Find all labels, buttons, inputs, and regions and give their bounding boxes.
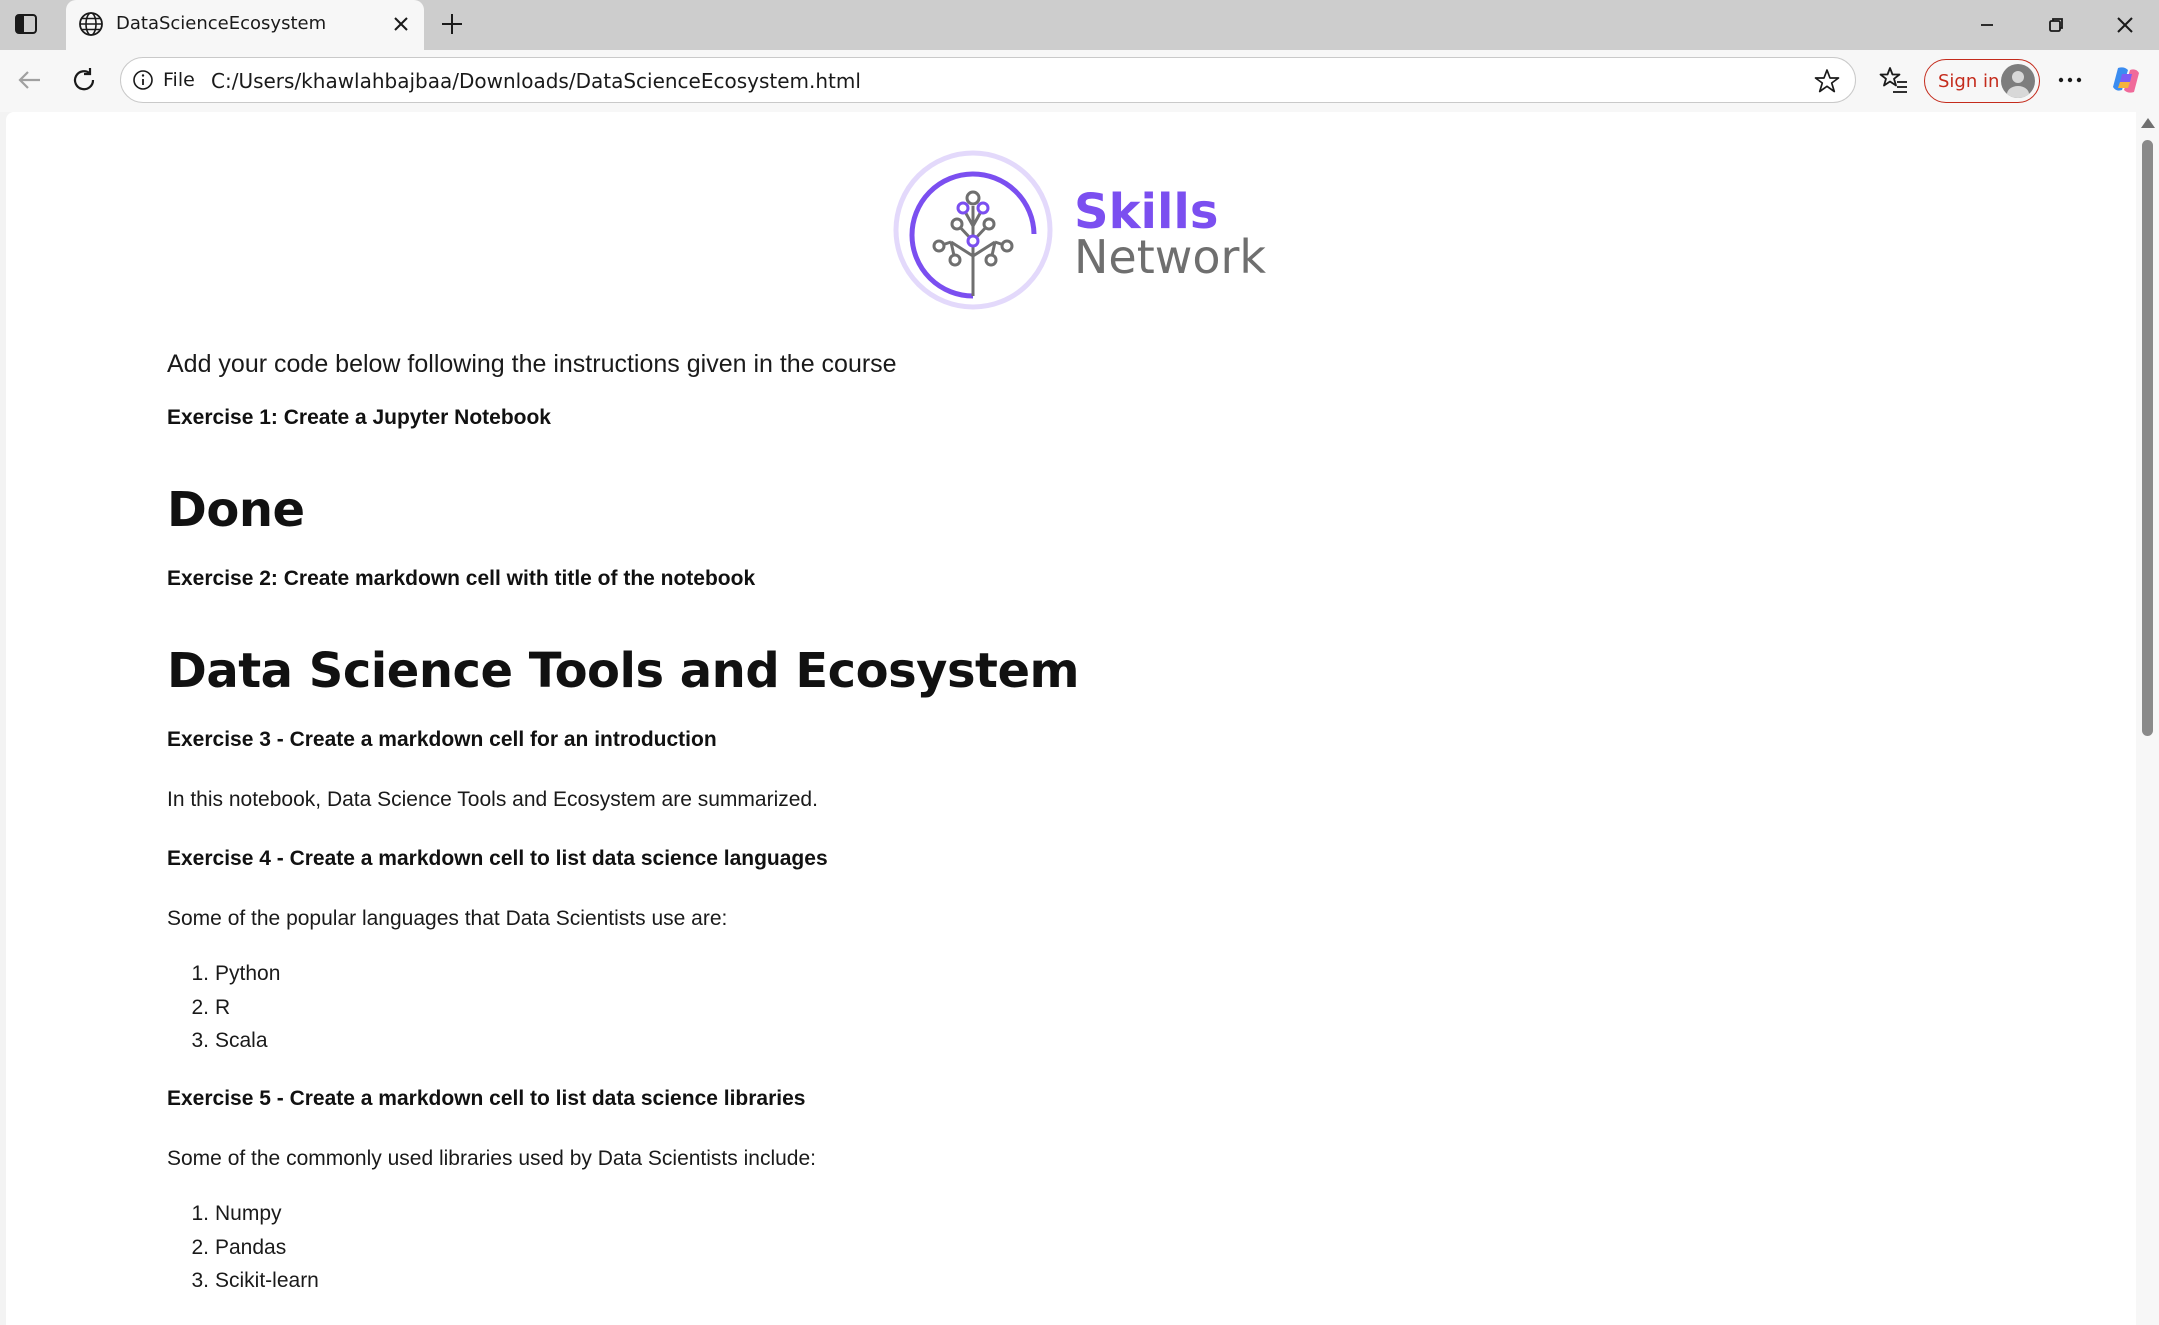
favorites-icon[interactable]: [1878, 64, 1910, 96]
exercise-1-heading: Exercise 1: Create a Jupyter Notebook: [167, 406, 551, 429]
list-item: 1. Numpy: [191, 1202, 282, 1225]
library-item: Pandas: [215, 1235, 287, 1259]
back-icon[interactable]: [14, 64, 46, 96]
close-tab-icon[interactable]: [390, 13, 412, 35]
copilot-icon[interactable]: [2108, 62, 2144, 98]
languages-list: 1. Python 2. R 3. Scala: [167, 957, 280, 1058]
page-viewport: Skills Network Add your code below follo…: [6, 112, 2136, 1325]
exercise-4-heading: Exercise 4 - Create a markdown cell to l…: [167, 847, 828, 870]
intro-paragraph: In this notebook, Data Science Tools and…: [167, 788, 818, 811]
skills-network-emblem: [893, 150, 1053, 310]
address-url[interactable]: C:/Users/khawlahbajbaa/Downloads/DataSci…: [211, 69, 861, 93]
title-bar: DataScienceEcosystem: [0, 0, 2159, 50]
globe-icon: [78, 11, 104, 37]
libraries-intro: Some of the commonly used libraries used…: [167, 1147, 816, 1170]
restore-icon[interactable]: [2043, 12, 2069, 38]
libraries-list: 1. Numpy 2. Pandas 3. Scikit-learn: [167, 1197, 319, 1298]
address-scheme: File: [163, 69, 195, 91]
vertical-scrollbar[interactable]: [2136, 112, 2159, 1325]
languages-intro: Some of the popular languages that Data …: [167, 907, 728, 930]
list-item: 2. Pandas: [191, 1235, 287, 1259]
browser-toolbar: File C:/Users/khawlahbajbaa/Downloads/Da…: [0, 50, 2159, 112]
close-window-icon[interactable]: [2112, 12, 2138, 38]
library-item: Scikit-learn: [215, 1269, 319, 1292]
favorite-star-icon[interactable]: [1813, 67, 1841, 95]
scrollbar-thumb[interactable]: [2142, 140, 2153, 736]
list-item: 2. R: [191, 995, 231, 1019]
scroll-up-arrow-icon[interactable]: [2141, 118, 2155, 128]
avatar: [2001, 64, 2035, 98]
notebook-title: Data Science Tools and Ecosystem: [167, 643, 1080, 699]
new-tab-icon[interactable]: [438, 10, 466, 38]
more-options-icon[interactable]: [2052, 64, 2088, 96]
address-bar[interactable]: File C:/Users/khawlahbajbaa/Downloads/Da…: [120, 57, 1856, 103]
done-heading: Done: [167, 482, 305, 538]
skills-network-logo: Skills Network: [889, 146, 1269, 314]
exercise-2-heading: Exercise 2: Create markdown cell with ti…: [167, 567, 756, 590]
logo-text-network: Network: [1074, 230, 1267, 284]
sidebar-toggle-icon[interactable]: [14, 12, 38, 36]
tab-title: DataScienceEcosystem: [116, 13, 327, 34]
minimize-icon[interactable]: [1974, 12, 2000, 38]
refresh-icon[interactable]: [68, 64, 100, 96]
exercise-5-heading: Exercise 5 - Create a markdown cell to l…: [167, 1087, 806, 1110]
instructions-text: Add your code below following the instru…: [167, 350, 897, 378]
language-item: R: [215, 995, 231, 1019]
language-item: Scala: [215, 1029, 268, 1052]
sign-in-label: Sign in: [1938, 71, 2000, 92]
exercise-3-heading: Exercise 3 - Create a markdown cell for …: [167, 728, 717, 751]
active-tab[interactable]: DataScienceEcosystem: [66, 0, 424, 50]
sign-in-button[interactable]: Sign in: [1924, 59, 2040, 103]
language-item: Python: [215, 962, 281, 985]
list-item: 3. Scala: [191, 1029, 268, 1052]
library-item: Numpy: [215, 1202, 282, 1225]
site-info-icon[interactable]: [132, 69, 154, 91]
list-item: 3. Scikit-learn: [191, 1269, 319, 1292]
list-item: 1. Python: [191, 962, 281, 985]
